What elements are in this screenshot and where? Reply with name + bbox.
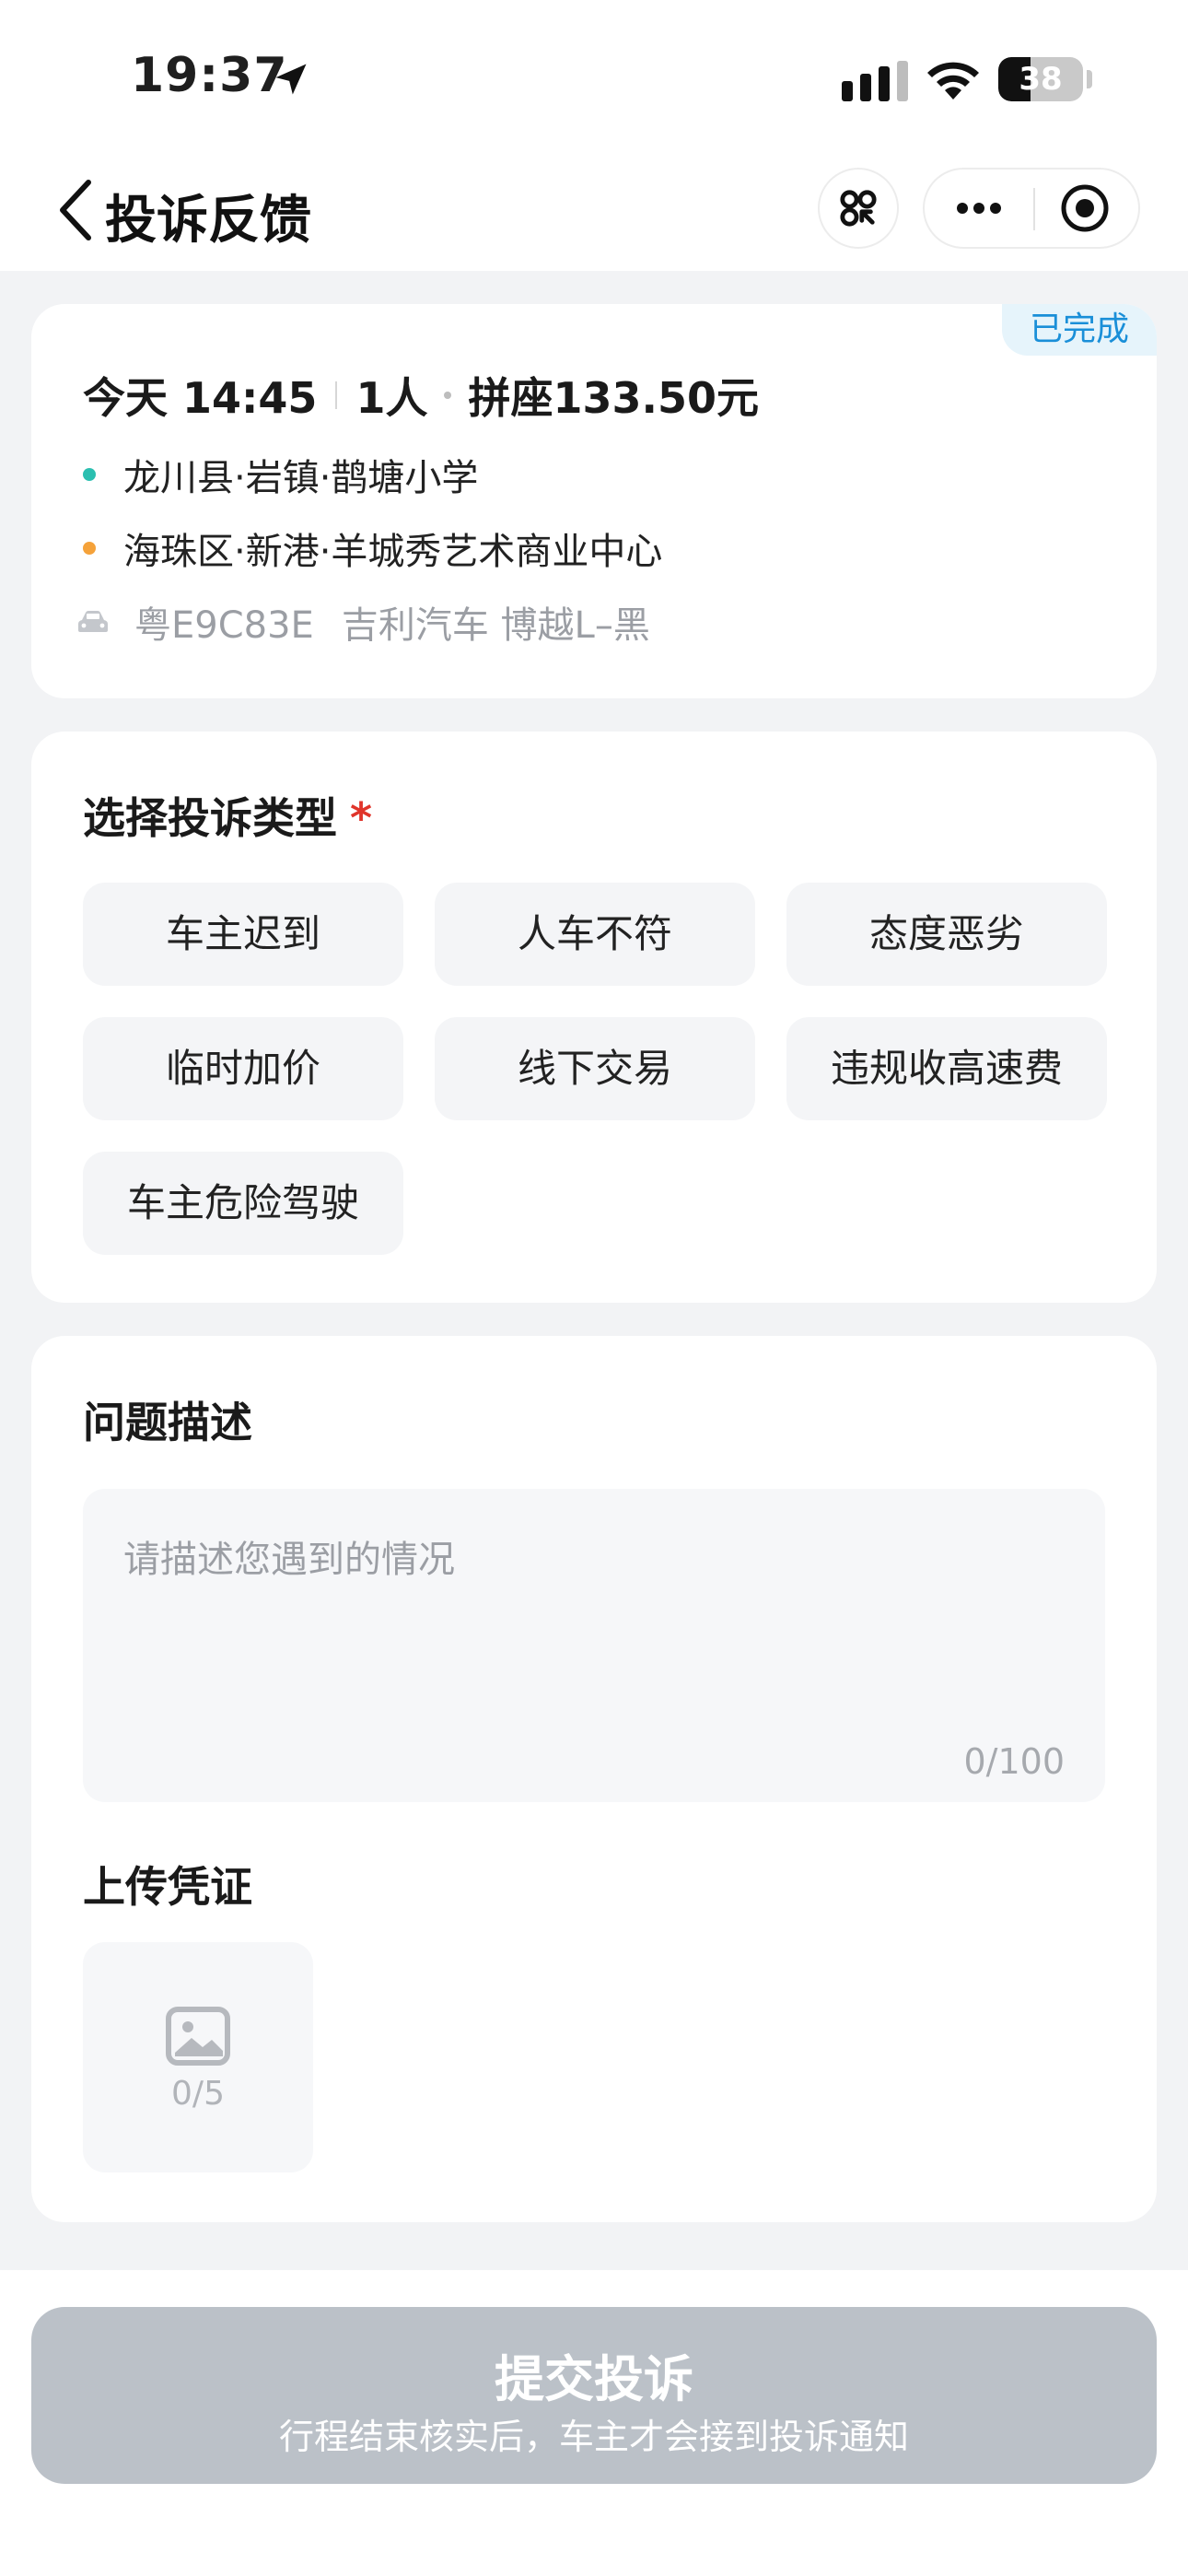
target-close-icon[interactable] — [1035, 170, 1138, 247]
type-option-offline-deal[interactable]: 线下交易 — [435, 1017, 755, 1120]
char-counter: 0/100 — [963, 1741, 1065, 1782]
trip-start: 龙川县·岩镇·鹊塘小学 — [83, 448, 478, 501]
type-option-toll-fee[interactable]: 违规收高速费 — [786, 1017, 1107, 1120]
trip-end-label: 海珠区·新港·羊城秀艺术商业中心 — [123, 531, 663, 573]
description-card: 问题描述 请描述您遇到的情况 0/100 上传凭证 0/5 — [31, 1336, 1157, 2222]
submit-area: 提交投诉 行程结束核实后，车主才会接到投诉通知 — [0, 2270, 1188, 2576]
cellular-signal-icon — [842, 61, 908, 101]
status-badge: 已完成 — [1002, 304, 1157, 356]
upload-evidence-button[interactable]: 0/5 — [83, 1942, 313, 2172]
end-dot-icon — [83, 542, 96, 555]
trip-end: 海珠区·新港·羊城秀艺术商业中心 — [83, 521, 662, 575]
trip-time: 今天 14:45 — [83, 373, 318, 423]
car-icon — [78, 611, 108, 632]
car-info: 粤E9C83E 吉利汽车 博越L–黑 — [77, 595, 650, 649]
description-placeholder: 请描述您遇到的情况 — [123, 1539, 455, 1581]
type-option-dangerous-driving[interactable]: 车主危险驾驶 — [83, 1152, 403, 1255]
nav-bar: 投诉反馈 — [0, 147, 1188, 271]
trip-summary: 今天 14:45 1人 拼座133.50元 — [83, 365, 759, 426]
battery-percent: 38 — [1019, 61, 1063, 98]
page-title: 投诉反馈 — [105, 191, 311, 251]
upload-count: 0/5 — [171, 2075, 225, 2113]
type-option-price-raise[interactable]: 临时加价 — [83, 1017, 403, 1120]
description-input[interactable]: 请描述您遇到的情况 0/100 — [83, 1489, 1105, 1802]
chevron-left-icon[interactable] — [52, 175, 103, 245]
submit-label: 提交投诉 — [495, 2350, 693, 2408]
status-time: 19:37 — [131, 48, 288, 103]
battery-cap — [1087, 70, 1092, 88]
submit-hint: 行程结束核实后，车主才会接到投诉通知 — [278, 2417, 909, 2457]
complaint-type-card: 选择投诉类型 * 车主迟到 人车不符 态度恶劣 临时加价 线下交易 违规收高速费 … — [31, 732, 1157, 1303]
submit-complaint-button[interactable]: 提交投诉 行程结束核实后，车主才会接到投诉通知 — [31, 2307, 1157, 2484]
trip-price: 拼座133.50元 — [468, 373, 759, 423]
trip-passengers: 1人 — [355, 373, 428, 423]
menu-capsule — [923, 168, 1140, 249]
car-plate: 粤E9C83E — [134, 604, 314, 647]
trip-card[interactable]: 已完成 今天 14:45 1人 拼座133.50元 龙川县·岩镇·鹊塘小学 海珠… — [31, 304, 1157, 698]
complaint-type-title: 选择投诉类型 * — [83, 785, 372, 846]
complaint-type-title-text: 选择投诉类型 — [83, 793, 337, 843]
dot-separator — [444, 392, 452, 399]
wifi-icon — [927, 62, 979, 100]
type-option-late[interactable]: 车主迟到 — [83, 883, 403, 986]
description-title: 问题描述 — [83, 1398, 252, 1447]
mini-program-switch-icon — [840, 190, 877, 227]
evidence-title: 上传凭证 — [83, 1862, 252, 1912]
divider — [335, 381, 338, 409]
mini-program-switch-button[interactable] — [818, 168, 899, 249]
more-dots-icon[interactable] — [925, 170, 1033, 247]
car-model: 吉利汽车 博越L–黑 — [341, 604, 650, 647]
type-option-mismatch[interactable]: 人车不符 — [435, 883, 755, 986]
battery-icon: 38 — [998, 57, 1083, 101]
image-upload-icon — [166, 2007, 230, 2066]
type-option-bad-attitude[interactable]: 态度恶劣 — [786, 883, 1107, 986]
required-mark: * — [350, 793, 373, 843]
trip-start-label: 龙川县·岩镇·鹊塘小学 — [123, 457, 479, 499]
status-bar: 19:37 38 — [0, 0, 1188, 147]
start-dot-icon — [83, 468, 96, 481]
location-arrow-icon — [275, 64, 307, 95]
